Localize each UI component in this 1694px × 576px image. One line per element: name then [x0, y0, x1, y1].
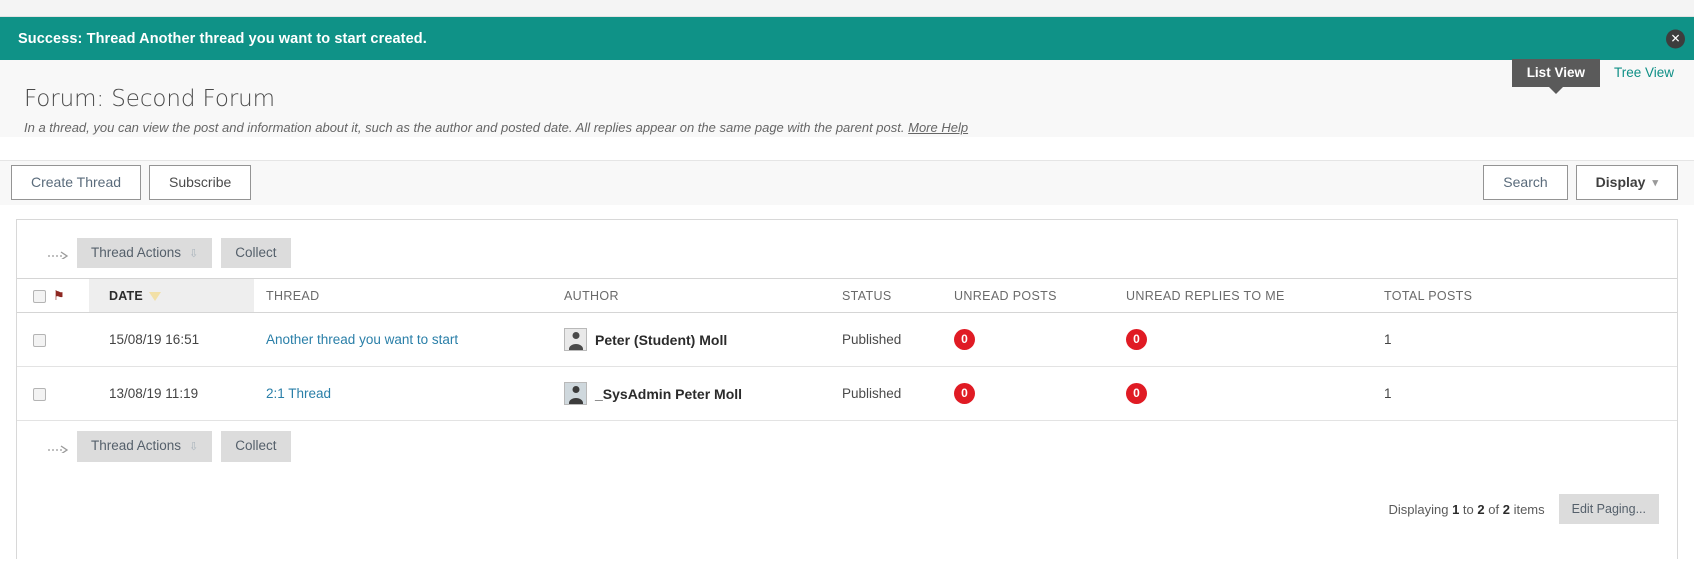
primary-actions: Create Thread Subscribe — [11, 164, 252, 201]
success-message: Success: Thread Another thread you want … — [18, 30, 427, 47]
tab-list-view[interactable]: List View — [1511, 59, 1600, 94]
threads-table-body: 15/08/19 16:51 Another thread you want t… — [17, 312, 1677, 422]
paging-of: of — [1488, 501, 1500, 517]
more-help-link[interactable]: More Help — [908, 120, 968, 135]
row-thread-cell: Another thread you want to start — [254, 312, 564, 368]
row-status: Published — [842, 366, 954, 422]
thread-actions-label: Thread Actions — [91, 438, 182, 454]
search-button[interactable]: Search — [1483, 164, 1568, 201]
table-toolbar-top: Thread Actions ⇩ Collect — [17, 220, 1677, 279]
flag-icon[interactable]: ⚑ — [53, 288, 65, 303]
row-flag-cell — [53, 366, 89, 422]
chevron-down-icon: ▾ — [1652, 176, 1658, 189]
header-date[interactable]: DATE — [89, 278, 254, 314]
unread-replies-badge: 0 — [1126, 329, 1147, 351]
close-icon[interactable]: ✕ — [1666, 29, 1685, 48]
total-posts-value: 1 — [1384, 332, 1392, 348]
success-banner: Success: Thread Another thread you want … — [0, 17, 1694, 60]
header-thread[interactable]: THREAD — [254, 278, 564, 314]
row-flag-cell — [53, 312, 89, 368]
author-name: _SysAdmin Peter Moll — [595, 385, 743, 402]
row-thread-cell: 2:1 Thread — [254, 366, 564, 422]
page-title: Forum: Second Forum — [24, 86, 275, 112]
row-unread-posts: 0 — [954, 312, 1126, 368]
row-status: Published — [842, 312, 954, 368]
header-date-label: DATE — [109, 288, 143, 303]
unread-posts-badge: 0 — [954, 383, 975, 405]
header-total-posts[interactable]: TOTAL POSTS — [1384, 278, 1677, 314]
collect-button-top[interactable]: Collect — [221, 237, 291, 269]
threads-table: ⚑ DATE THREAD AUTHOR STATUS UNREAD POSTS… — [17, 278, 1677, 422]
header-author[interactable]: AUTHOR — [564, 278, 842, 314]
edit-paging-button[interactable]: Edit Paging... — [1558, 494, 1659, 525]
header-unread-posts[interactable]: UNREAD POSTS — [954, 278, 1126, 314]
double-chevron-down-icon: ⇩ — [189, 441, 199, 454]
thread-link[interactable]: 2:1 Thread — [266, 386, 331, 401]
dashed-arrow-icon — [47, 441, 71, 453]
paging-prefix: Displaying — [1388, 501, 1449, 517]
table-row: 13/08/19 11:19 2:1 Thread _SysAdmin Pete… — [17, 366, 1677, 422]
total-posts-value: 1 — [1384, 386, 1392, 402]
secondary-actions: Search Display ▾ — [1483, 164, 1678, 201]
status-badge: Published — [842, 332, 902, 348]
table-toolbar-bottom: Thread Actions ⇩ Collect — [17, 421, 1677, 470]
row-checkbox[interactable] — [33, 388, 46, 402]
sort-descending-icon — [148, 291, 161, 301]
paging-to: 2 — [1477, 501, 1485, 517]
unread-replies-badge: 0 — [1126, 383, 1147, 405]
select-all-checkbox[interactable] — [33, 289, 46, 303]
thread-list-panel: Thread Actions ⇩ Collect ⚑ DATE THREAD A… — [16, 218, 1678, 559]
display-button[interactable]: Display ▾ — [1575, 164, 1678, 201]
row-select-cell — [17, 312, 53, 368]
table-row: 15/08/19 16:51 Another thread you want t… — [17, 312, 1677, 368]
instructions-text: In a thread, you can view the post and i… — [24, 120, 905, 135]
row-author-cell: Peter (Student) Moll — [564, 312, 842, 368]
row-select-cell — [17, 366, 53, 422]
row-unread-replies: 0 — [1126, 312, 1384, 368]
page-root: Success: Thread Another thread you want … — [0, 0, 1694, 576]
table-header-row: ⚑ DATE THREAD AUTHOR STATUS UNREAD POSTS… — [17, 278, 1677, 314]
thread-actions-label: Thread Actions — [91, 244, 182, 260]
row-unread-posts: 0 — [954, 366, 1126, 422]
row-total-posts: 1 — [1384, 366, 1677, 422]
top-strip — [0, 0, 1694, 17]
thread-actions-button-bottom[interactable]: Thread Actions ⇩ — [77, 431, 213, 463]
header-select-all — [17, 278, 53, 314]
create-thread-button[interactable]: Create Thread — [11, 164, 142, 201]
view-tabs: List View Tree View — [1511, 59, 1678, 94]
paging-summary: Displaying 1 to 2 of 2 items — [1388, 502, 1544, 517]
paging-row: Displaying 1 to 2 of 2 items Edit Paging… — [17, 470, 1677, 525]
unread-posts-badge: 0 — [954, 329, 975, 351]
thread-link[interactable]: Another thread you want to start — [266, 332, 458, 347]
row-author-cell: _SysAdmin Peter Moll — [564, 366, 842, 422]
thread-actions-button-top[interactable]: Thread Actions ⇩ — [77, 237, 213, 269]
collect-button-bottom[interactable]: Collect — [221, 431, 291, 463]
display-label: Display — [1595, 173, 1646, 190]
header-unread-replies[interactable]: UNREAD REPLIES TO ME — [1126, 278, 1384, 314]
status-badge: Published — [842, 386, 902, 402]
action-bar: Create Thread Subscribe Search Display ▾ — [0, 159, 1694, 205]
avatar — [564, 382, 587, 406]
double-chevron-down-icon: ⇩ — [189, 247, 199, 260]
header-area: Forum: Second Forum In a thread, you can… — [0, 60, 1694, 137]
paging-from: 1 — [1452, 501, 1460, 517]
author-name: Peter (Student) Moll — [595, 331, 728, 348]
avatar — [564, 328, 587, 352]
paging-suffix: items — [1513, 501, 1545, 517]
row-date: 15/08/19 16:51 — [89, 312, 254, 368]
row-checkbox[interactable] — [33, 334, 46, 348]
subscribe-button[interactable]: Subscribe — [149, 164, 252, 201]
dashed-arrow-icon — [47, 247, 71, 259]
header-flag: ⚑ — [53, 278, 89, 314]
row-unread-replies: 0 — [1126, 366, 1384, 422]
paging-mid: to — [1462, 501, 1474, 517]
row-date: 13/08/19 11:19 — [89, 366, 254, 422]
tab-tree-view[interactable]: Tree View — [1600, 59, 1678, 87]
header-status[interactable]: STATUS — [842, 278, 954, 314]
threads-table-head: ⚑ DATE THREAD AUTHOR STATUS UNREAD POSTS… — [17, 278, 1677, 314]
page-instructions: In a thread, you can view the post and i… — [24, 119, 1678, 137]
row-total-posts: 1 — [1384, 312, 1677, 368]
paging-total: 2 — [1502, 501, 1510, 517]
